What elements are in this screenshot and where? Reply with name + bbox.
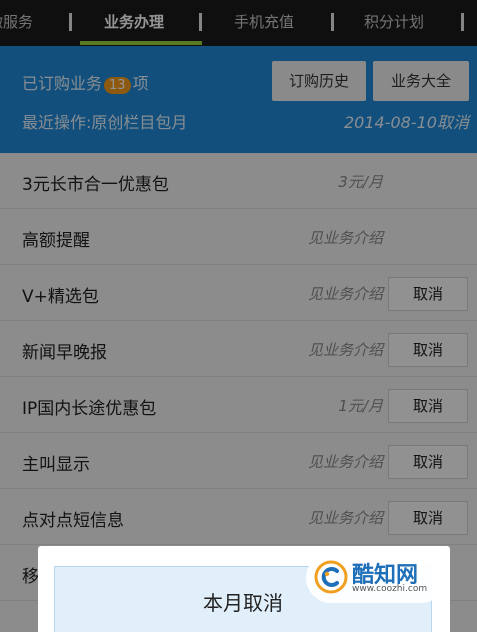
watermark-url: www.coozhi.com xyxy=(352,584,428,594)
watermark: 酷知网 www.coozhi.com xyxy=(306,553,446,603)
coozhi-logo-icon xyxy=(314,560,348,594)
modal-overlay[interactable] xyxy=(0,0,477,632)
